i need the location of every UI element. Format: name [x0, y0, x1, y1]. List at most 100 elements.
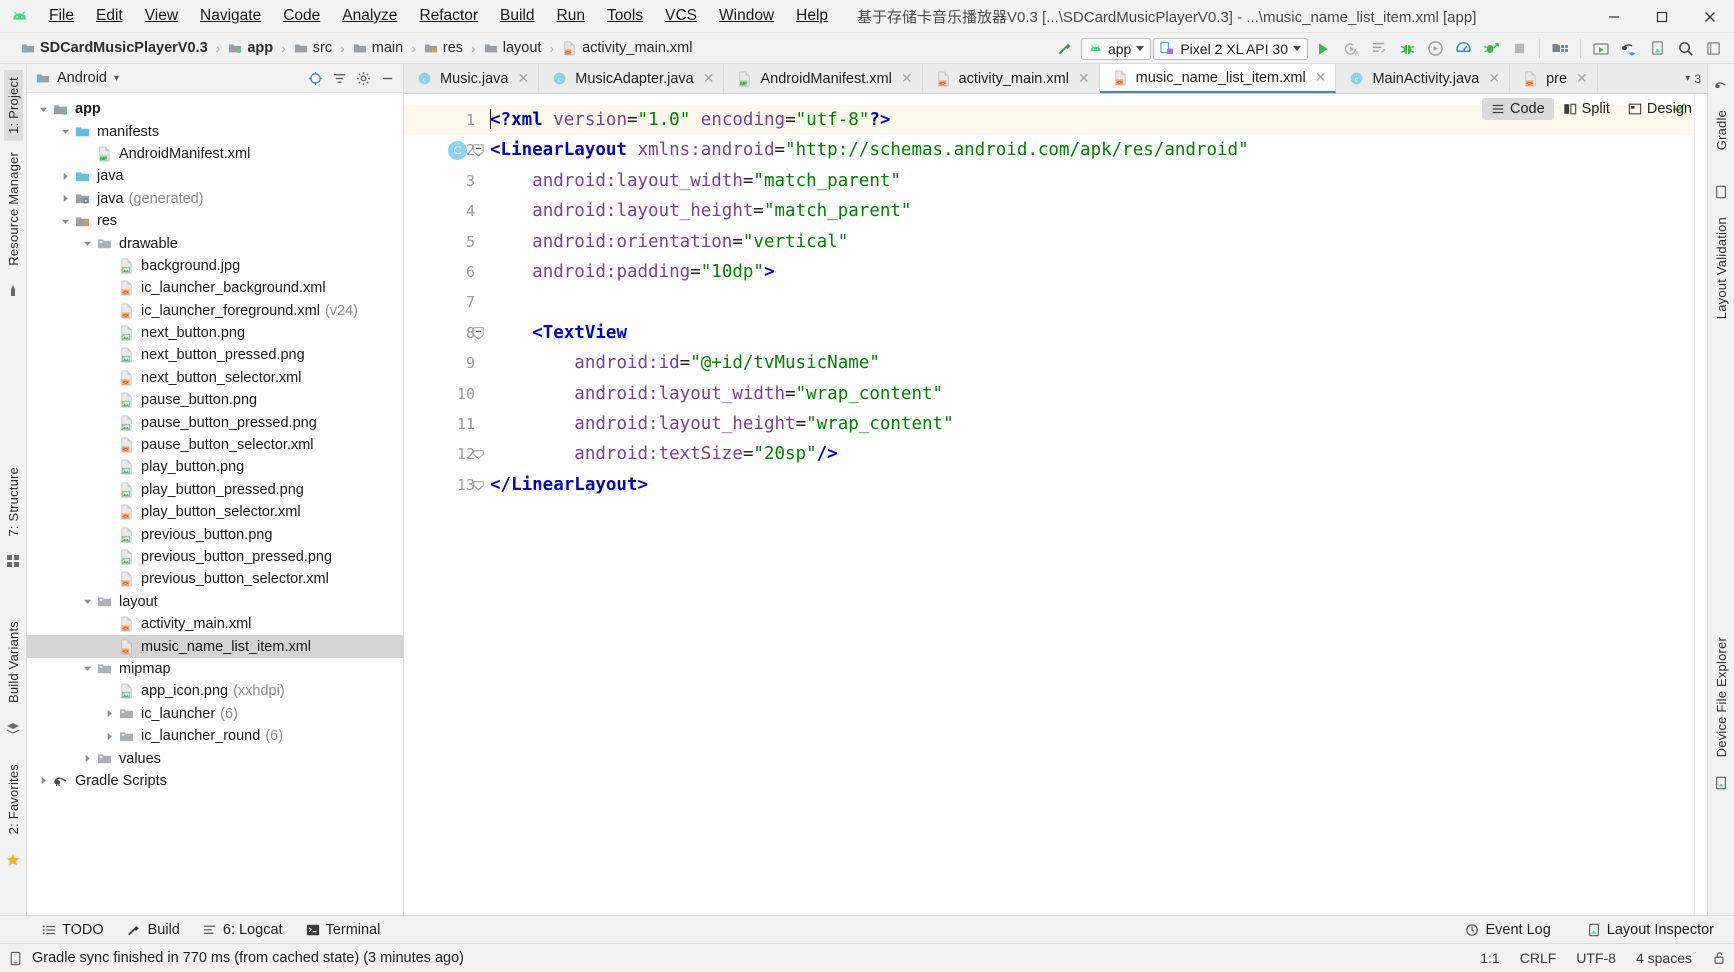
tree-item-previous-button-png[interactable]: previous_button.png	[27, 523, 403, 545]
close-icon[interactable]: ✕	[703, 70, 715, 87]
device-explorer-icon[interactable]	[1711, 773, 1732, 794]
target-locate-icon[interactable]	[306, 69, 325, 88]
layout-inspector-button[interactable]	[1644, 37, 1670, 61]
code-line[interactable]: android:padding="10dp">	[482, 257, 1707, 287]
line-separator[interactable]: CRLF	[1520, 950, 1557, 966]
editor-scrollbar[interactable]	[1694, 94, 1707, 915]
tree-item-pause-button-png[interactable]: pause_button.png	[27, 389, 403, 411]
menu-tools[interactable]: Tools	[596, 4, 654, 28]
close-icon[interactable]: ✕	[1576, 70, 1588, 87]
device-frame-icon[interactable]	[1711, 181, 1732, 202]
code-line[interactable]	[482, 287, 1707, 317]
breadcrumb-item-layout[interactable]: layout	[481, 39, 545, 57]
tree-item-next-button-pressed-png[interactable]: next_button_pressed.png	[27, 344, 403, 366]
view-mode-split[interactable]: Split	[1554, 98, 1619, 120]
bottom-tab-logcat[interactable]: 6: Logcat	[193, 919, 293, 941]
tree-item-mipmap[interactable]: mipmap	[27, 658, 403, 680]
bottom-tab-todo[interactable]: TODO	[32, 919, 114, 941]
menu-window[interactable]: Window	[708, 4, 785, 28]
run-button[interactable]	[1310, 37, 1336, 61]
tree-item-app[interactable]: app	[27, 98, 403, 120]
star-icon[interactable]	[3, 850, 24, 871]
tree-item-pause-button-selector-xml[interactable]: <> pause_button_selector.xml	[27, 434, 403, 456]
code-line[interactable]: </LinearLayout>	[482, 470, 1707, 500]
code-content[interactable]: <?xml version="1.0" encoding="utf-8"?> <L…	[482, 94, 1707, 915]
device-selector[interactable]: Pixel 2 XL API 30	[1153, 37, 1308, 60]
apply-changes-button[interactable]: A	[1338, 37, 1364, 61]
search-everywhere-button[interactable]	[1672, 37, 1698, 61]
tool-window-layout-validation[interactable]: Layout Validation	[1712, 210, 1731, 326]
breadcrumb-item-app[interactable]: app	[225, 39, 276, 57]
line-number[interactable]: 10	[404, 379, 482, 409]
tree-item-ic-launcher-foreground-xml[interactable]: <> ic_launcher_foreground.xml (v24)	[27, 300, 403, 322]
code-line[interactable]: <LinearLayout xmlns:android="http://sche…	[482, 135, 1707, 165]
line-number[interactable]: 11	[404, 409, 482, 439]
sdk-manager-button[interactable]	[1547, 37, 1573, 61]
chevron-right-icon[interactable]	[57, 172, 73, 181]
tool-window-build-variants[interactable]: Build Variants	[4, 614, 23, 710]
layers-icon[interactable]	[3, 718, 24, 739]
chevron-down-icon[interactable]	[79, 597, 95, 606]
editor-tab-androidmanifest-xml[interactable]: MF AndroidManifest.xml ✕	[724, 64, 923, 93]
tree-item-pause-button-pressed-png[interactable]: pause_button_pressed.png	[27, 411, 403, 433]
tool-window-device-file-explorer[interactable]: Device File Explorer	[1712, 630, 1731, 764]
chevron-down-icon[interactable]	[79, 239, 95, 248]
tree-item-gradle-scripts[interactable]: Gradle Scripts	[27, 770, 403, 792]
line-number[interactable]: 3	[404, 166, 482, 196]
code-line[interactable]: android:layout_width="wrap_content"	[482, 379, 1707, 409]
line-number[interactable]: 9	[404, 348, 482, 378]
tree-item-play-button-pressed-png[interactable]: play_button_pressed.png	[27, 479, 403, 501]
breadcrumb-item-project[interactable]: SDCardMusicPlayerV0.3	[18, 39, 211, 57]
tool-window-favorites[interactable]: 2: Favorites	[4, 757, 23, 841]
bottom-tab-event-log[interactable]: Event Log	[1455, 919, 1560, 941]
minimize-button[interactable]	[1590, 0, 1638, 33]
breadcrumb-item-main[interactable]: main	[350, 39, 406, 57]
profiler-button[interactable]	[1450, 37, 1476, 61]
line-number-gutter[interactable]: 1 2 C 3 4 5 6 7 8 9 10 11 12 13	[404, 94, 484, 915]
editor-tab-music-java[interactable]: c Music.java ✕	[404, 64, 540, 93]
bottom-tab-build[interactable]: Build	[117, 919, 190, 941]
code-line[interactable]: android:id="@+id/tvMusicName"	[482, 348, 1707, 378]
stop-button[interactable]	[1506, 37, 1532, 61]
close-icon[interactable]: ✕	[1488, 70, 1500, 87]
menu-code[interactable]: Code	[272, 4, 331, 28]
close-button[interactable]	[1686, 0, 1734, 33]
tree-item-res[interactable]: res	[27, 210, 403, 232]
menu-vcs[interactable]: VCS	[654, 4, 708, 28]
line-number[interactable]: 13	[404, 470, 484, 500]
bottom-tab-layout-inspector[interactable]: Layout Inspector	[1577, 919, 1724, 941]
chevron-down-icon[interactable]	[35, 105, 51, 114]
breadcrumb-item-res[interactable]: res	[421, 39, 466, 57]
line-number[interactable]: 4	[404, 196, 482, 226]
gear-icon[interactable]	[354, 69, 373, 88]
tree-item-play-button-selector-xml[interactable]: <> play_button_selector.xml	[27, 501, 403, 523]
line-number[interactable]: 5	[404, 227, 482, 257]
tree-item-java[interactable]: java (generated)	[27, 188, 403, 210]
menu-edit[interactable]: Edit	[85, 4, 134, 28]
editor-tab-activity-main-xml[interactable]: <> activity_main.xml ✕	[922, 64, 1100, 93]
tool-window-gradle[interactable]: Gradle	[1712, 103, 1731, 157]
line-number[interactable]: 7	[404, 287, 482, 317]
editor-tab-pre[interactable]: <> pre ✕	[1510, 64, 1598, 93]
line-number[interactable]: 12	[404, 439, 484, 469]
code-line[interactable]: android:layout_width="match_parent"	[482, 166, 1707, 196]
breadcrumb-item-src[interactable]: src	[291, 39, 335, 57]
tree-item-androidmanifest-xml[interactable]: MF AndroidManifest.xml	[27, 143, 403, 165]
tree-item-layout[interactable]: layout	[27, 591, 403, 613]
chevron-down-icon[interactable]	[57, 127, 73, 136]
editor-tab-mainactivity-java[interactable]: c MainActivity.java ✕	[1336, 64, 1511, 93]
close-icon[interactable]: ✕	[901, 70, 913, 87]
tree-item-previous-button-selector-xml[interactable]: <> previous_button_selector.xml	[27, 568, 403, 590]
lock-open-icon[interactable]	[1712, 951, 1726, 965]
tree-item-next-button-png[interactable]: next_button.png	[27, 322, 403, 344]
line-number[interactable]: 2C	[404, 135, 484, 165]
tool-window-structure[interactable]: 7: Structure	[4, 460, 23, 544]
menu-refactor[interactable]: Refactor	[408, 4, 489, 28]
chevron-right-icon[interactable]	[79, 754, 95, 763]
chevron-right-icon[interactable]	[35, 776, 51, 785]
tree-item-ic-launcher-background-xml[interactable]: <> ic_launcher_background.xml	[27, 277, 403, 299]
editor-tab-musicadapter-java[interactable]: c MusicAdapter.java ✕	[539, 64, 725, 93]
close-icon[interactable]: ✕	[1315, 69, 1327, 86]
more-actions-button[interactable]	[1700, 37, 1726, 61]
chevron-down-icon[interactable]	[79, 664, 95, 673]
